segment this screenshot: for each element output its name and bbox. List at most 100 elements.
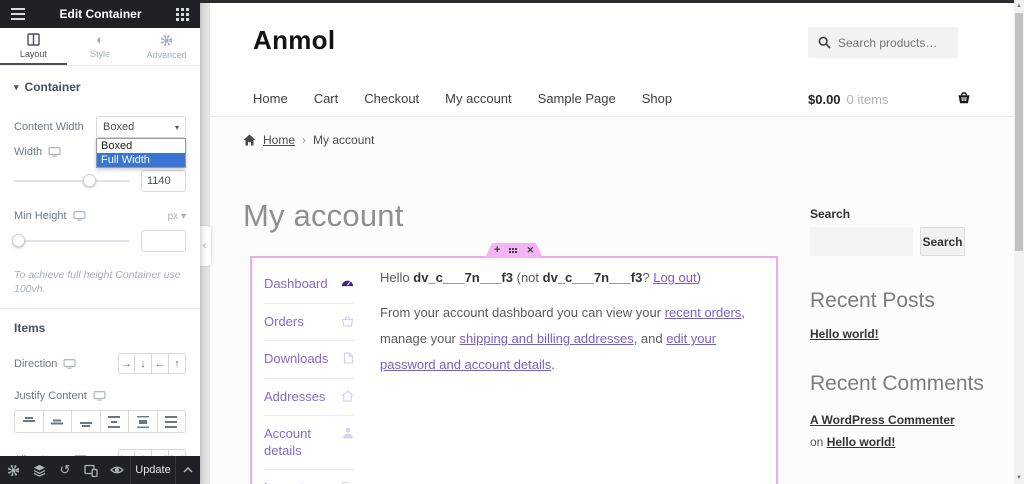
account-person-icon [342,427,354,439]
min-height-unit-select[interactable]: px ▾ [168,211,186,222]
recent-posts-heading: Recent Posts [810,289,935,312]
account-nav-dashboard[interactable]: Dashboard [264,266,354,304]
breadcrumb-current: My account [313,133,375,147]
justify-end-button[interactable] [72,410,101,434]
justify-content-label: Justify Content [14,390,106,402]
panel-header: Edit Container [0,0,200,28]
history-icon[interactable]: ↺ [52,456,78,484]
recent-orders-link[interactable]: recent orders [665,305,742,320]
content-width-select[interactable]: Boxed ▾ [96,116,186,138]
home-icon[interactable] [243,134,256,146]
monitor-icon[interactable] [63,359,76,369]
hamburger-menu-icon[interactable] [11,8,25,20]
comment-post-link[interactable]: Hello world! [827,435,896,449]
preview-eye-icon[interactable] [104,456,130,484]
width-input[interactable] [141,170,186,192]
style-icon: ◐ [96,32,104,47]
sidebar-search-label: Search [810,207,851,221]
shipping-billing-link[interactable]: shipping and billing addresses [460,331,634,346]
justify-center-button[interactable] [43,410,72,434]
direction-row-button[interactable]: → [118,353,135,375]
cart-total-amount: $0.00 [808,92,841,107]
addresses-home-icon [341,389,354,402]
cart-total[interactable]: $0.00 0 items [808,92,888,107]
elementor-selected-container[interactable]: + ✕ Dashboard Orders Downloads Addresses… [250,243,778,484]
tab-style[interactable]: ◐ Style [67,28,134,65]
nav-home[interactable]: Home [253,91,288,106]
logout-link[interactable]: Log out [653,270,696,285]
scroll-down-arrow[interactable]: ▼ [1014,472,1024,484]
account-nav-logout[interactable]: Logout [264,470,354,484]
nav-sample-page[interactable]: Sample Page [538,91,616,106]
scrollbar-thumb[interactable] [1015,13,1023,251]
comment-on-text: on [810,435,827,449]
dash-text: . [551,357,555,372]
delete-container-icon[interactable]: ✕ [526,246,534,255]
account-nav-label: Orders [264,313,304,329]
section-container-header[interactable]: ▾ Container [14,80,186,94]
width-slider-handle[interactable] [83,174,96,187]
min-height-input[interactable] [141,230,186,252]
breadcrumb-home-link[interactable]: Home [263,133,295,147]
scrollbar[interactable]: ▲ ▼ [1014,0,1024,484]
option-boxed[interactable]: Boxed [97,139,185,153]
scroll-up-arrow[interactable]: ▲ [1014,0,1024,12]
nav-checkout[interactable]: Checkout [364,91,419,106]
monitor-icon[interactable] [73,211,86,221]
settings-gear-icon[interactable] [0,456,26,484]
justify-space-around-button[interactable] [129,410,158,434]
width-slider[interactable] [14,174,129,187]
widgets-grid-icon[interactable] [175,7,179,11]
product-search-input[interactable] [838,35,948,50]
update-button-label: Update [135,464,171,476]
justify-space-between-button[interactable] [100,410,129,434]
divider [0,308,200,310]
direction-buttons: → ↓ ← ↑ [118,353,186,375]
elementor-editor: Edit Container Layout ◐ Style Advanced ▾… [0,0,1024,484]
direction-row-reverse-button[interactable]: ← [152,353,169,375]
width-label: Width [14,146,61,158]
site-title[interactable]: Anmol [253,25,335,56]
recent-comment-item: A WordPress Commenter on Hello world! [810,409,960,453]
account-nav-label: Logout [264,480,304,484]
sidebar-search-input[interactable] [810,227,913,256]
breadcrumb-separator: › [302,133,307,147]
min-height-slider-handle[interactable] [12,234,25,247]
justify-space-evenly-button[interactable] [157,410,186,434]
monitor-icon[interactable] [48,147,61,157]
nav-shop[interactable]: Shop [642,91,672,106]
navigator-layers-icon[interactable] [26,456,52,484]
account-nav-addresses[interactable]: Addresses [264,379,354,416]
option-full-width[interactable]: Full Width [97,153,185,167]
page-title: My account [243,198,404,233]
drag-handle-icon[interactable] [509,248,512,250]
min-height-slider[interactable] [12,234,129,247]
direction-column-button[interactable]: ↓ [135,353,152,375]
comment-author-link[interactable]: A WordPress Commenter [810,413,955,427]
monitor-icon[interactable] [93,391,106,401]
update-button[interactable]: Update [130,456,176,484]
nav-my-account[interactable]: My account [445,91,511,106]
cart-basket-icon[interactable] [956,90,972,105]
tab-layout[interactable]: Layout [0,28,67,65]
chevron-down-icon: ▾ [180,210,186,222]
section-container-label: Container [24,80,81,94]
account-nav-label: Account details [264,426,311,458]
direction-column-reverse-button[interactable]: ↑ [169,353,186,375]
responsive-mode-icon[interactable] [78,456,104,484]
greeting-not: (not [513,270,543,285]
recent-post-link[interactable]: Hello world! [810,327,1016,341]
gear-icon [160,34,173,47]
min-height-label: Min Height [14,210,86,222]
account-nav-orders[interactable]: Orders [264,304,354,341]
account-nav-account-details[interactable]: Account details [264,416,354,470]
nav-cart[interactable]: Cart [314,91,339,106]
add-element-icon[interactable]: + [494,245,500,256]
chevron-up-icon[interactable] [176,456,200,484]
tab-advanced[interactable]: Advanced [133,28,200,65]
panel-footer: ↺ Update [0,456,200,484]
justify-start-button[interactable] [14,410,44,434]
account-nav-downloads[interactable]: Downloads [264,341,354,379]
site-header: Anmol Home Cart Checkout My account Samp… [210,3,1014,117]
sidebar-search-button[interactable]: Search [920,227,965,256]
